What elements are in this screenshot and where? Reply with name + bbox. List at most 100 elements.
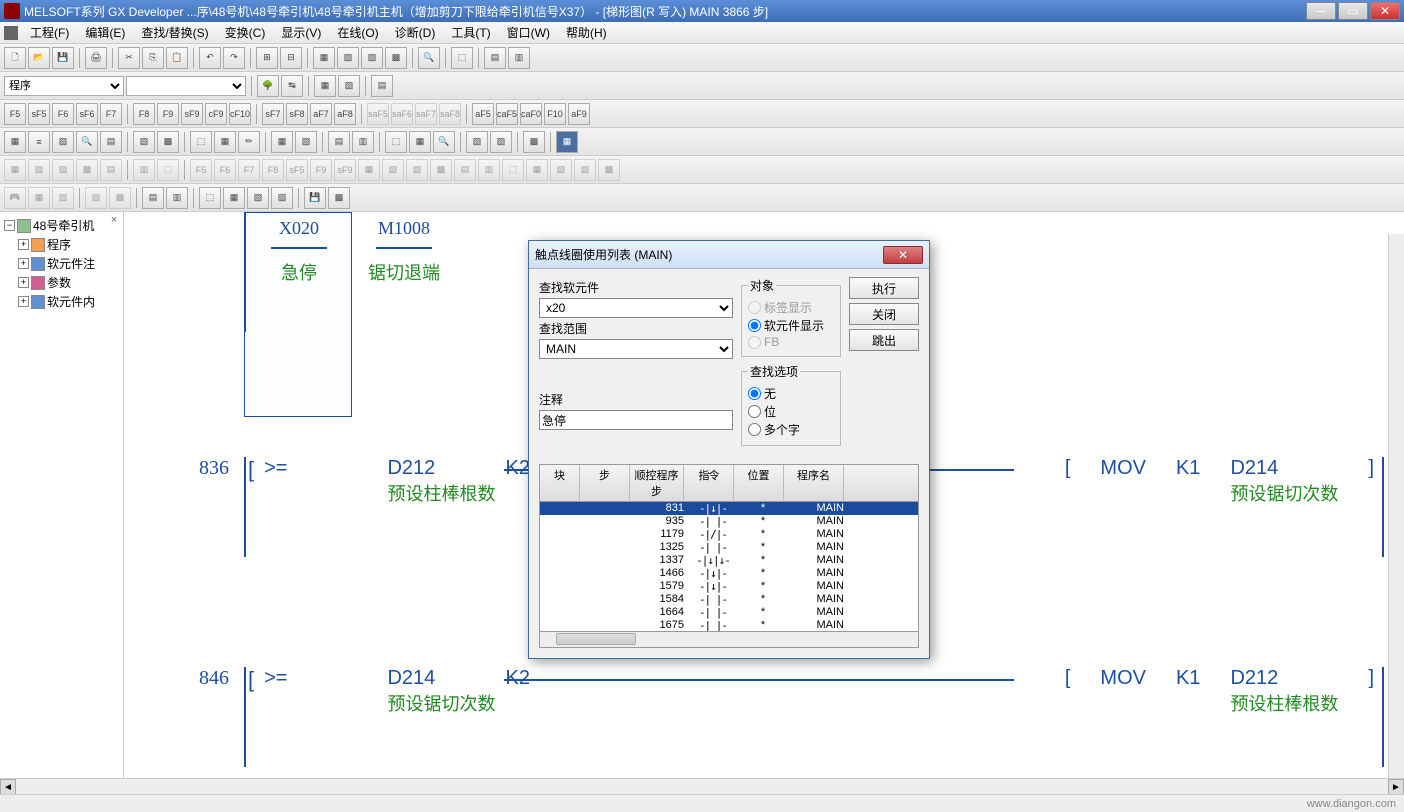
result-row[interactable]: 1584-| |-*MAIN	[540, 593, 918, 606]
expand-icon[interactable]: +	[18, 239, 29, 250]
scroll-left-button[interactable]: ◄	[0, 779, 16, 795]
col-inst[interactable]: 指令	[684, 465, 734, 501]
expand-icon[interactable]: +	[18, 258, 29, 269]
option-multiword-radio[interactable]: 多个字	[748, 421, 834, 438]
open-button[interactable]: 📂	[28, 47, 50, 69]
t4-18[interactable]: ▧	[466, 131, 488, 153]
t4-14[interactable]: ▥	[352, 131, 374, 153]
option-none-radio[interactable]: 无	[748, 385, 834, 402]
contact-no-button[interactable]: F5	[4, 103, 26, 125]
sym-af5-button[interactable]: aF5	[472, 103, 494, 125]
output-836[interactable]: [ MOV K1 D214预设锯切次数 ]	[1065, 457, 1374, 506]
t4-13[interactable]: ▤	[328, 131, 350, 153]
t4-20[interactable]: ▩	[523, 131, 545, 153]
result-row[interactable]: 1325-| |-*MAIN	[540, 541, 918, 554]
tool-btn-2[interactable]: ⊟	[280, 47, 302, 69]
result-row[interactable]: 935-| |-*MAIN	[540, 515, 918, 528]
del-hline-button[interactable]: cF9	[205, 103, 227, 125]
paste-button[interactable]: 📋	[166, 47, 188, 69]
t6-11[interactable]: ▨	[271, 187, 293, 209]
col-block[interactable]: 块	[540, 465, 580, 501]
sidebar-close-icon[interactable]: ×	[107, 214, 121, 228]
menu-tools[interactable]: 工具(T)	[443, 22, 498, 43]
t4-3[interactable]: ▨	[52, 131, 74, 153]
t4-monitor[interactable]: ▦	[556, 131, 578, 153]
t6-13[interactable]: ▩	[328, 187, 350, 209]
horizontal-scrollbar[interactable]: ◄ ►	[0, 778, 1404, 794]
menu-view[interactable]: 显示(V)	[273, 22, 329, 43]
t6-7[interactable]: ▥	[166, 187, 188, 209]
hline-button[interactable]: F9	[157, 103, 179, 125]
col-prog[interactable]: 程序名	[784, 465, 844, 501]
t6-10[interactable]: ▧	[247, 187, 269, 209]
compare-846[interactable]: [ >= D214预设锯切次数 K2	[248, 667, 530, 716]
expand-icon[interactable]: +	[18, 296, 29, 307]
sym-caf5-button[interactable]: caF5	[496, 103, 518, 125]
target-device-radio[interactable]: 软元件显示	[748, 317, 834, 334]
maximize-button[interactable]: ▭	[1338, 2, 1368, 20]
ladder-btn-3[interactable]: ▤	[371, 75, 393, 97]
t4-15[interactable]: ⬚	[385, 131, 407, 153]
t4-19[interactable]: ▨	[490, 131, 512, 153]
t6-8[interactable]: ⬚	[199, 187, 221, 209]
tool-btn-1[interactable]: ⊞	[256, 47, 278, 69]
contact-x020[interactable]: X020 急停	[249, 218, 349, 285]
menu-project[interactable]: 工程(F)	[22, 22, 77, 43]
result-row[interactable]: 831-|↓|-*MAIN	[540, 502, 918, 515]
tree-root[interactable]: − 48号牵引机	[4, 216, 119, 235]
expand-icon[interactable]: +	[18, 277, 29, 288]
contact-nc-or-button[interactable]: sF6	[76, 103, 98, 125]
t6-12[interactable]: 💾	[304, 187, 326, 209]
col-seq[interactable]: 顺控程序步	[630, 465, 684, 501]
tool-btn-5[interactable]: ▨	[361, 47, 383, 69]
minimize-button[interactable]: ─	[1306, 2, 1336, 20]
sym-af9-button[interactable]: aF9	[568, 103, 590, 125]
rising-or-button[interactable]: aF7	[310, 103, 332, 125]
t4-16[interactable]: ▦	[409, 131, 431, 153]
t6-6[interactable]: ▤	[142, 187, 164, 209]
t4-8[interactable]: ⬚	[190, 131, 212, 153]
tool-btn-7[interactable]: ⬚	[451, 47, 473, 69]
tool-btn-8[interactable]: ▤	[484, 47, 506, 69]
tree-parameter[interactable]: + 参数	[4, 273, 119, 292]
falling-button[interactable]: sF8	[286, 103, 308, 125]
result-hscroll[interactable]	[539, 632, 919, 648]
t4-10[interactable]: ✏	[238, 131, 260, 153]
t4-4[interactable]: 🔍	[76, 131, 98, 153]
t6-9[interactable]: ▦	[223, 187, 245, 209]
ladder-btn-2[interactable]: ▧	[338, 75, 360, 97]
tree-program[interactable]: + 程序	[4, 235, 119, 254]
t4-6[interactable]: ▧	[133, 131, 155, 153]
scroll-right-button[interactable]: ►	[1388, 779, 1404, 795]
result-row[interactable]: 1179-|/|-*MAIN	[540, 528, 918, 541]
contact-nc-button[interactable]: F6	[52, 103, 74, 125]
program-name-select[interactable]	[126, 76, 246, 96]
vline-button[interactable]: sF9	[181, 103, 203, 125]
print-button[interactable]: 🖨	[85, 47, 107, 69]
tool-btn-9[interactable]: ▥	[508, 47, 530, 69]
app-inst-button[interactable]: F8	[133, 103, 155, 125]
search-scope-select[interactable]: MAIN	[539, 339, 733, 359]
rising-button[interactable]: sF7	[262, 103, 284, 125]
t4-11[interactable]: ▦	[271, 131, 293, 153]
t4-9[interactable]: ▦	[214, 131, 236, 153]
tree-device-memory[interactable]: + 软元件内	[4, 292, 119, 311]
t4-12[interactable]: ▧	[295, 131, 317, 153]
program-type-select[interactable]: 程序	[4, 76, 124, 96]
redo-button[interactable]: ↷	[223, 47, 245, 69]
t4-1[interactable]: ▦	[4, 131, 26, 153]
new-button[interactable]: 🗋	[4, 47, 26, 69]
contact-m1008[interactable]: M1008 锯切退端	[354, 218, 454, 285]
system-menu-icon[interactable]	[4, 26, 18, 40]
menu-help[interactable]: 帮助(H)	[558, 22, 615, 43]
result-list-body[interactable]: 831-|↓|-*MAIN935-| |-*MAIN1179-|/|-*MAIN…	[539, 502, 919, 632]
result-row[interactable]: 1337-|↓|↓-*MAIN	[540, 554, 918, 567]
close-button[interactable]: ✕	[1370, 2, 1400, 20]
jump-button[interactable]: 跳出	[849, 329, 919, 351]
menu-edit[interactable]: 编辑(E)	[77, 22, 133, 43]
tree-device-comment[interactable]: + 软元件注	[4, 254, 119, 273]
col-pos[interactable]: 位置	[734, 465, 784, 501]
dialog-close-button[interactable]: ✕	[883, 246, 923, 264]
copy-button[interactable]: ⎘	[142, 47, 164, 69]
tree-view-button[interactable]: 🌳	[257, 75, 279, 97]
